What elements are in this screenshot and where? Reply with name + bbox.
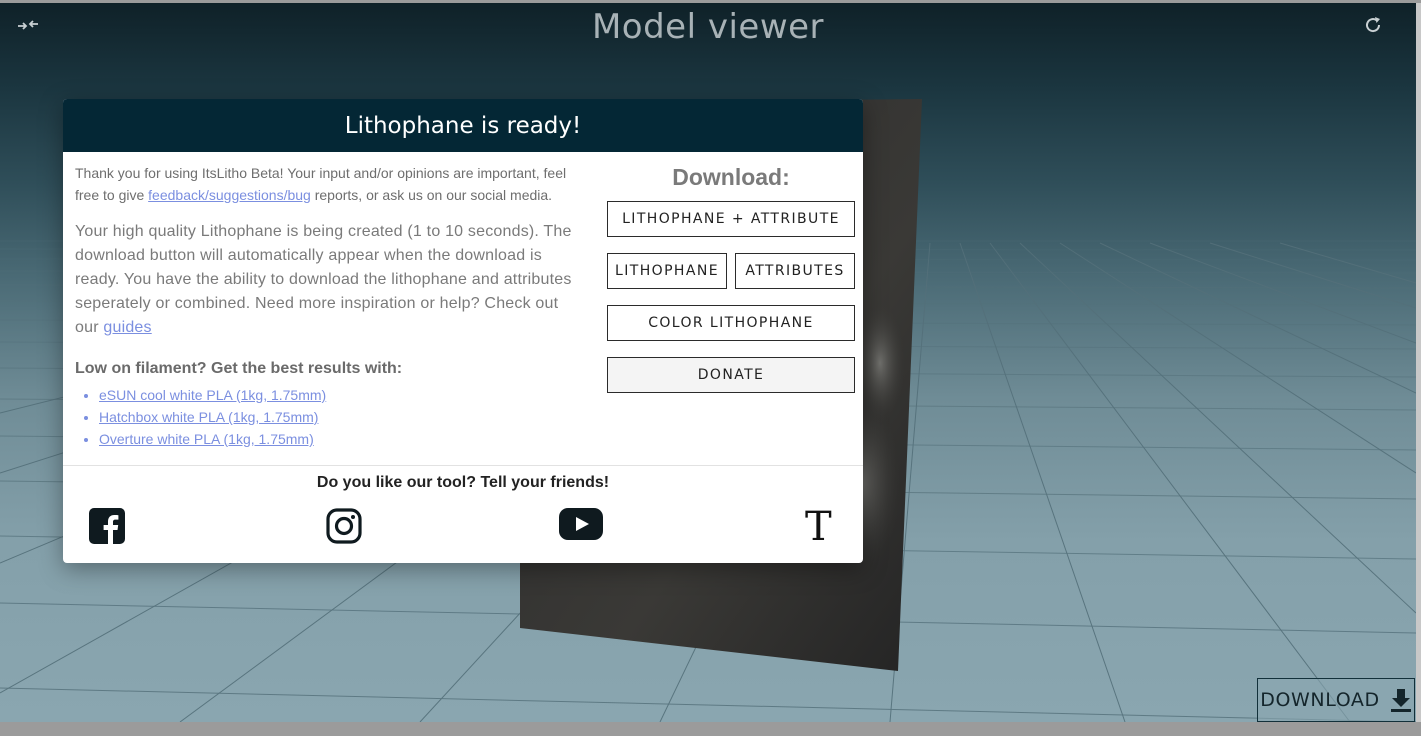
share-footer: Do you like our tool? Tell your friends!… [63, 465, 863, 563]
intro-text: Thank you for using ItsLitho Beta! Your … [75, 162, 585, 206]
download-heading: Download: [672, 164, 790, 190]
download-icon [1390, 689, 1411, 712]
color-lithophane-button[interactable]: COLOR LITHOPHANE [607, 305, 855, 341]
download-lithophane-button[interactable]: LITHOPHANE [607, 253, 727, 289]
description-text: Your high quality Lithophane is being cr… [75, 220, 585, 340]
download-button-label: DOWNLOAD [1260, 689, 1380, 711]
list-item: Overture white PLA (1kg, 1.75mm) [99, 428, 585, 450]
filament-heading: Low on filament? Get the best results wi… [75, 360, 403, 377]
donate-button[interactable]: DONATE [607, 357, 855, 393]
list-item: Hatchbox white PLA (1kg, 1.75mm) [99, 406, 585, 428]
filament-link-esun[interactable]: eSUN cool white PLA (1kg, 1.75mm) [99, 387, 326, 403]
intro-text-end: reports, or ask us on our social media. [310, 187, 553, 203]
filament-link-overture[interactable]: Overture white PLA (1kg, 1.75mm) [99, 431, 314, 447]
info-column: Thank you for using ItsLitho Beta! Your … [75, 162, 585, 450]
collapse-icon[interactable] [14, 11, 42, 39]
dialog-body: Thank you for using ItsLitho Beta! Your … [63, 152, 863, 465]
filament-link-hatchbox[interactable]: Hatchbox white PLA (1kg, 1.75mm) [99, 409, 318, 425]
download-column: Download: LITHOPHANE + ATTRIBUTE LITHOPH… [607, 164, 855, 409]
filament-list: eSUN cool white PLA (1kg, 1.75mm) Hatchb… [75, 384, 585, 450]
download-separate-row: LITHOPHANE ATTRIBUTES [607, 253, 855, 289]
download-attributes-button[interactable]: ATTRIBUTES [735, 253, 855, 289]
t-icon[interactable]: T [805, 504, 832, 550]
scrollbar[interactable] [1416, 3, 1421, 722]
refresh-icon[interactable] [1359, 11, 1387, 39]
dialog-title: Lithophane is ready! [63, 99, 863, 152]
instagram-icon[interactable] [326, 508, 362, 549]
facebook-icon[interactable] [89, 508, 125, 549]
download-combined-button[interactable]: LITHOPHANE + ATTRIBUTE [607, 201, 855, 237]
youtube-icon[interactable] [559, 508, 603, 545]
viewer-title: Model viewer [591, 7, 825, 47]
feedback-link[interactable]: feedback/suggestions/bug [148, 187, 311, 203]
guides-link[interactable]: guides [103, 319, 151, 336]
download-button[interactable]: DOWNLOAD [1257, 678, 1415, 722]
share-text: Do you like our tool? Tell your friends! [316, 474, 610, 491]
list-item: eSUN cool white PLA (1kg, 1.75mm) [99, 384, 585, 406]
lithophane-ready-dialog: Lithophane is ready! Thank you for using… [63, 99, 863, 563]
